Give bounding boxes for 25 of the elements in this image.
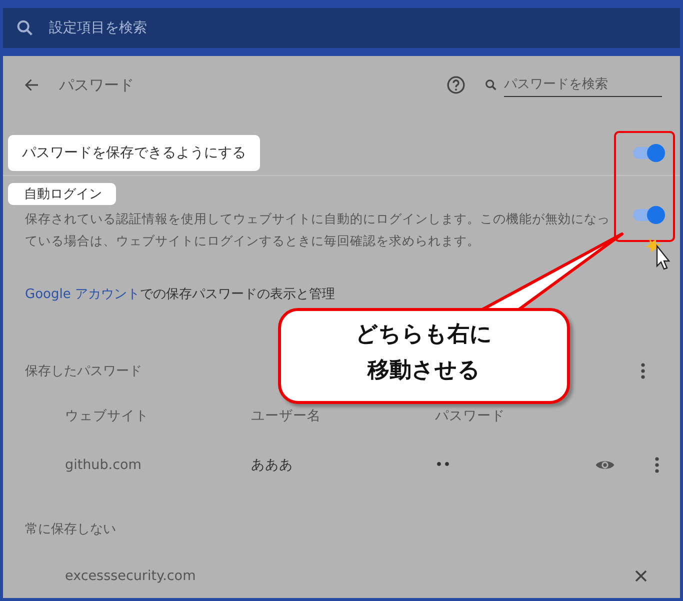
setting-description: 保存されている認証情報を使用してウェブサイトに自動的にログインします。この機能が無効になっている場合は、ウェブサイトにログインするときに毎回確認を求められます。 — [25, 210, 611, 250]
username-cell-text: あああ — [251, 456, 294, 474]
column-header: ウェブサイト — [65, 407, 150, 425]
section-title: 常に保存しない — [25, 521, 116, 538]
google-account-link[interactable]: Google アカウント — [25, 287, 140, 302]
website-link[interactable]: github.com — [65, 457, 251, 473]
cursor-drawing — [645, 236, 671, 270]
setting-label: 自動ログイン — [8, 183, 116, 205]
setting-label: パスワードを保存できるようにする — [8, 135, 260, 171]
toggle-switch[interactable] — [631, 143, 665, 163]
password-search-field[interactable]: パスワードを検索 — [504, 73, 662, 97]
account-management-text: Google アカウント での保存パスワードの表示と管理 — [25, 286, 336, 303]
more-options-icon[interactable] — [641, 363, 645, 379]
page-title: パスワード — [59, 76, 135, 94]
section-title: 保存したパスワード — [25, 363, 142, 380]
column-header: ユーザー名 — [251, 407, 322, 425]
column-header: パスワード — [435, 407, 506, 425]
more-options-icon[interactable] — [655, 457, 659, 473]
password-cell-text: •• — [435, 457, 452, 473]
website-link[interactable]: excesssecurity.com — [65, 568, 251, 584]
toggle-switch[interactable] — [631, 205, 665, 225]
settings-search-field[interactable]: 設定項目を検索 — [3, 8, 680, 48]
help-icon[interactable] — [446, 75, 466, 95]
search-icon — [484, 78, 498, 92]
close-icon[interactable] — [635, 570, 647, 582]
